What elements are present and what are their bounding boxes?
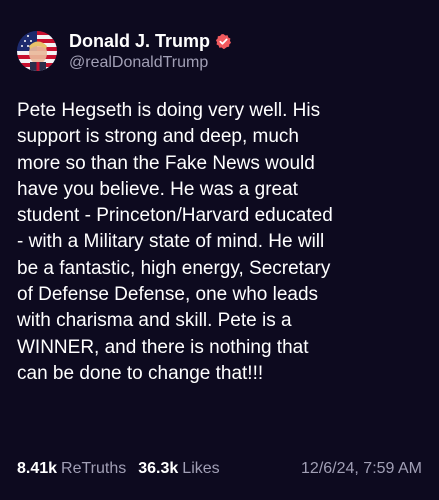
user-handle[interactable]: @realDonaldTrump [69, 54, 232, 72]
verified-badge-icon [215, 33, 232, 50]
likes-count[interactable]: 36.3k [138, 460, 178, 478]
post-text: Pete Hegseth is doing very well. His sup… [17, 100, 333, 384]
retruths-count[interactable]: 8.41k [17, 460, 57, 478]
display-name-row: Donald J. Trump [69, 30, 232, 52]
post-footer: 8.41k ReTruths 36.3k Likes 12/6/24, 7:59… [17, 460, 422, 478]
flag-portrait-avatar-icon [17, 31, 57, 71]
author-names: Donald J. Trump @realDonaldTrump [69, 30, 232, 72]
post-timestamp[interactable]: 12/6/24, 7:59 AM [301, 460, 422, 478]
retruths-label[interactable]: ReTruths [61, 460, 126, 478]
post-header: Donald J. Trump @realDonaldTrump [17, 30, 232, 72]
truth-post-card: Donald J. Trump @realDonaldTrump Pete He… [0, 0, 439, 500]
display-name[interactable]: Donald J. Trump [69, 31, 210, 52]
avatar[interactable] [17, 31, 57, 71]
likes-label[interactable]: Likes [182, 460, 219, 478]
